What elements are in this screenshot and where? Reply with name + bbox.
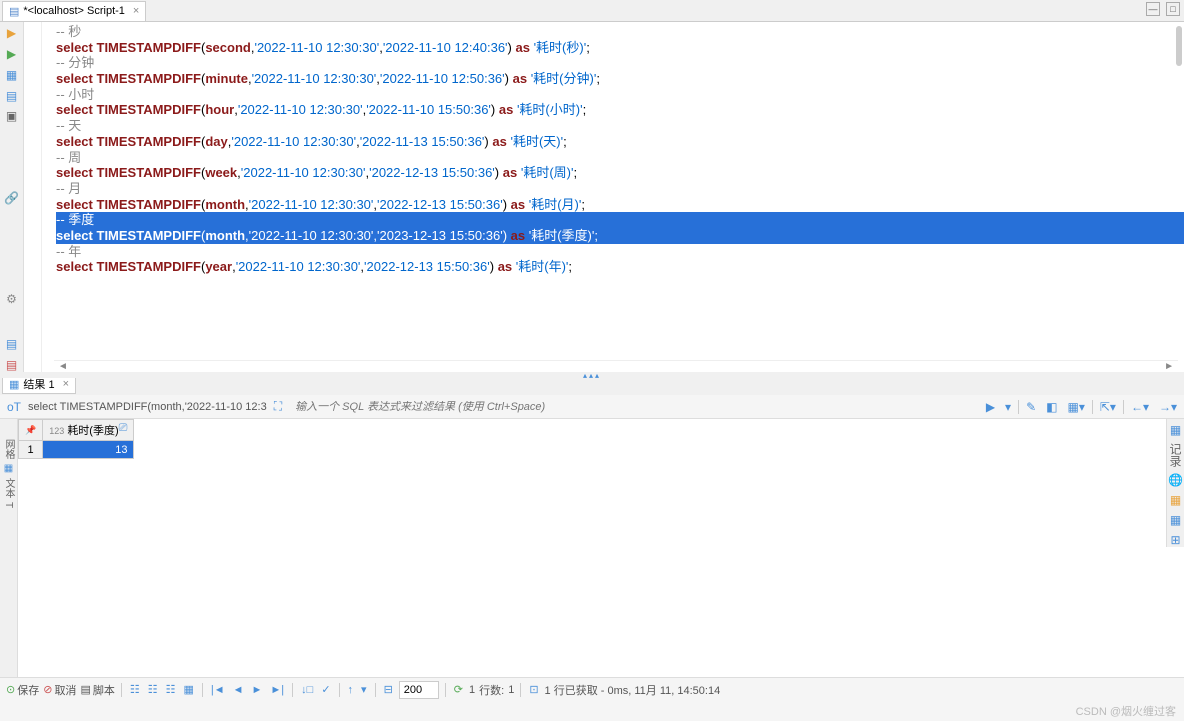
record-tab[interactable]: 记录 (1167, 443, 1184, 467)
link-icon[interactable]: 🔗 (4, 191, 20, 206)
cancel-button[interactable]: ⊘取消 (43, 682, 76, 698)
query-text: select TIMESTAMPDIFF(month,'2022-11-10 1… (28, 401, 267, 413)
last-icon[interactable]: ►| (268, 684, 286, 696)
panels-icon[interactable]: ▦▾ (1064, 400, 1087, 414)
code-area[interactable]: -- 秒select TIMESTAMPDIFF(second,'2022-11… (42, 22, 1184, 372)
play-icon[interactable]: ▶ (983, 400, 998, 414)
limit-input[interactable] (399, 681, 439, 699)
edit2-icon[interactable]: ☷ (146, 683, 160, 696)
goto-icon[interactable]: ↓□ (299, 684, 315, 696)
results-panel: ▦ 结果 1 × oT select TIMESTAMPDIFF(month,'… (0, 372, 1184, 700)
first-icon[interactable]: |◄ (209, 684, 227, 696)
cell-value[interactable]: 13 (43, 441, 134, 459)
column-header[interactable]: 123 耗时(季度) ⎚ (43, 420, 134, 441)
result-tab-label: 结果 1 (23, 376, 54, 392)
forward-icon[interactable]: →▾ (1156, 400, 1180, 414)
globe-icon[interactable]: 🌐 (1168, 473, 1183, 487)
color-icon[interactable]: ◧ (1043, 400, 1060, 414)
table-row[interactable]: 1 13 (19, 441, 134, 459)
export-down-icon[interactable]: ↑ (346, 684, 356, 696)
spacer (4, 312, 20, 330)
rows-label: 行数: (479, 682, 504, 698)
close-icon[interactable]: × (133, 5, 139, 17)
window-buttons: — □ (1146, 2, 1180, 16)
sql-editor[interactable]: -- 秒select TIMESTAMPDIFF(second,'2022-11… (24, 22, 1184, 372)
refresh-count: 1 (469, 684, 475, 696)
minimize-icon[interactable]: — (1146, 2, 1160, 16)
expand-icon[interactable]: ⛶ (271, 399, 285, 414)
grid4-icon[interactable]: ⊞ (1170, 533, 1180, 547)
sql-file-icon: ▤ (9, 5, 19, 18)
text-tab[interactable]: 文本 (1, 478, 16, 498)
gutter (24, 22, 42, 372)
rows-count: 1 (508, 684, 514, 696)
edit-icon[interactable]: ☷ (128, 683, 142, 696)
status-bar: ⊙保存 ⊘取消 ▤脚本 ☷ ☷ ☷ ▦ |◄ ◄ ► ►| ↓□ ✓ ↑ ▾ ⊟… (0, 677, 1184, 701)
scrollbar[interactable] (1176, 26, 1182, 66)
dropdown-icon[interactable]: ▾ (1002, 400, 1014, 414)
right-sidetabs: ▦ 记录 🌐 ▦ ▦ ⊞ (1166, 419, 1184, 547)
close-icon[interactable]: × (63, 378, 69, 390)
calendar-icon[interactable]: ▦ (1170, 493, 1181, 507)
delete-icon[interactable]: ☷ (164, 683, 178, 696)
h-scrollbar[interactable]: ◄► (54, 360, 1178, 372)
layers-icon[interactable]: ▦ (1170, 513, 1181, 527)
spacer (4, 130, 20, 185)
row-number[interactable]: 1 (19, 441, 43, 459)
page-red-icon[interactable]: ▤ (4, 357, 20, 372)
script-tab[interactable]: ▤ *<localhost> Script-1 × (2, 1, 146, 21)
filter-toggle-icon[interactable]: ✎ (1023, 400, 1039, 414)
left-toolbar: ▶ ▶ ▦ ▤ ▣ 🔗 ⚙ ▤ ▤ (0, 22, 24, 372)
terminal-icon[interactable]: ▣ (4, 109, 20, 124)
watermark: CSDN @烟火缠过客 (1076, 703, 1176, 719)
editor-tabs: ▤ *<localhost> Script-1 × — □ (0, 0, 1184, 22)
filter-input[interactable] (289, 401, 979, 413)
maximize-icon[interactable]: □ (1166, 2, 1180, 16)
left-sidetabs: 网格 ▦ 文本 T (0, 419, 18, 700)
execute-icon[interactable]: ▶ (4, 26, 20, 41)
copy-icon[interactable]: ▦ (181, 683, 195, 696)
result-grid[interactable]: 📌 123 耗时(季度) ⎚ 1 13 (18, 419, 1184, 700)
info-icon[interactable]: ⊡ (527, 683, 540, 696)
text-tab-icon[interactable]: T (3, 502, 14, 508)
script-button[interactable]: ▤脚本 (80, 682, 114, 698)
save-button[interactable]: ⊙保存 (6, 682, 39, 698)
prev-icon[interactable]: ◄ (231, 684, 246, 696)
tab-title: *<localhost> Script-1 (23, 5, 125, 17)
settings-icon[interactable]: ⚙ (4, 291, 20, 306)
execute-script-icon[interactable]: ▶ (4, 47, 20, 62)
spacer (4, 212, 20, 286)
grid-icon: ▦ (9, 378, 19, 391)
export-icon[interactable]: ⇱▾ (1097, 400, 1119, 414)
result-toolbar: oT select TIMESTAMPDIFF(month,'2022-11-1… (0, 395, 1184, 419)
splitter[interactable]: ▴▴▴ (0, 372, 1184, 378)
sql-icon[interactable]: oT (4, 400, 24, 414)
column-filter-icon[interactable]: ⎚ (119, 422, 128, 435)
column-name: 耗时(季度) (67, 425, 118, 437)
autocommit-icon[interactable]: ⊟ (382, 683, 395, 696)
next-icon[interactable]: ► (250, 684, 265, 696)
grid-tab[interactable]: 网格 (1, 439, 16, 459)
page-icon[interactable]: ▤ (4, 337, 20, 352)
plan-icon[interactable]: ▤ (4, 88, 20, 103)
grid-tab-icon[interactable]: ▦ (3, 463, 14, 474)
refresh-icon[interactable]: ⟳ (452, 683, 465, 696)
commit-icon[interactable]: ✓ (319, 683, 332, 696)
panel-icon[interactable]: ▦ (1170, 423, 1181, 437)
corner-cell[interactable]: 📌 (19, 420, 43, 441)
dropdown2-icon[interactable]: ▾ (359, 683, 369, 696)
back-icon[interactable]: ←▾ (1128, 400, 1152, 414)
explain-icon[interactable]: ▦ (4, 67, 20, 82)
status-text: 1 行已获取 - 0ms, 11月 11, 14:50:14 (545, 682, 721, 698)
